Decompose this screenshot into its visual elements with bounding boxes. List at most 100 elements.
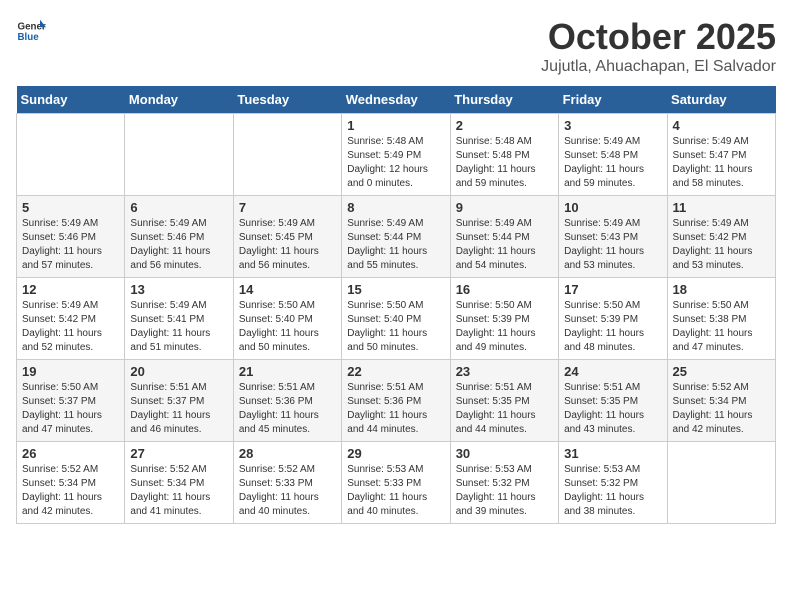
day-info: Sunrise: 5:49 AM Sunset: 5:44 PM Dayligh… <box>347 217 444 273</box>
calendar-cell: 27Sunrise: 5:52 AM Sunset: 5:34 PM Dayli… <box>125 442 233 524</box>
day-info: Sunrise: 5:49 AM Sunset: 5:44 PM Dayligh… <box>456 217 553 273</box>
calendar-cell: 24 Sunrise: 5:51 AM Sunset: 5:35 PM Dayli… <box>559 360 667 442</box>
day-number: 24 <box>564 364 661 379</box>
day-number: 6 <box>130 200 227 215</box>
calendar-cell: 10Sunrise: 5:49 AM Sunset: 5:43 PM Dayli… <box>559 196 667 278</box>
calendar-cell: 15 Sunrise: 5:50 AM Sunset: 5:40 PM Dayli… <box>342 278 450 360</box>
day-info: Sunrise: 5:51 AM Sunset: 5:36 PM Dayligh… <box>347 381 444 437</box>
calendar-cell <box>125 114 233 196</box>
calendar-cell: 13 Sunrise: 5:49 AM Sunset: 5:41 PM Dayli… <box>125 278 233 360</box>
calendar-cell: 21 Sunrise: 5:51 AM Sunset: 5:36 PM Dayli… <box>233 360 341 442</box>
calendar-cell: 31 Sunrise: 5:53 AM Sunset: 5:32 PM Dayli… <box>559 442 667 524</box>
calendar-header-row: SundayMondayTuesdayWednesdayThursdayFrid… <box>17 86 776 114</box>
day-info: Sunrise: 5:50 AM Sunset: 5:39 PM Dayligh… <box>456 299 553 355</box>
day-info: Sunrise: 5:51 AM Sunset: 5:36 PM Dayligh… <box>239 381 336 437</box>
day-info: Sunrise: 5:51 AM Sunset: 5:35 PM Dayligh… <box>456 381 553 437</box>
day-info: Sunrise: 5:52 AM Sunset: 5:34 PM Dayligh… <box>673 381 770 437</box>
day-number: 30 <box>456 446 553 461</box>
day-info: Sunrise: 5:51 AM Sunset: 5:35 PM Dayligh… <box>564 381 661 437</box>
day-info: Sunrise: 5:51 AM Sunset: 5:37 PM Dayligh… <box>130 381 227 437</box>
calendar-cell: 17 Sunrise: 5:50 AM Sunset: 5:39 PM Dayli… <box>559 278 667 360</box>
day-number: 29 <box>347 446 444 461</box>
day-number: 16 <box>456 282 553 297</box>
month-title: October 2025 <box>541 16 776 58</box>
day-number: 4 <box>673 118 770 133</box>
calendar-cell: 23 Sunrise: 5:51 AM Sunset: 5:35 PM Dayli… <box>450 360 558 442</box>
column-header-wednesday: Wednesday <box>342 86 450 114</box>
day-info: Sunrise: 5:53 AM Sunset: 5:32 PM Dayligh… <box>564 463 661 519</box>
calendar-cell: 2 Sunrise: 5:48 AM Sunset: 5:48 PM Daylig… <box>450 114 558 196</box>
day-info: Sunrise: 5:53 AM Sunset: 5:32 PM Dayligh… <box>456 463 553 519</box>
day-info: Sunrise: 5:49 AM Sunset: 5:45 PM Dayligh… <box>239 217 336 273</box>
day-info: Sunrise: 5:50 AM Sunset: 5:40 PM Dayligh… <box>347 299 444 355</box>
day-number: 3 <box>564 118 661 133</box>
day-info: Sunrise: 5:50 AM Sunset: 5:37 PM Dayligh… <box>22 381 119 437</box>
week-row-1: 1Sunrise: 5:48 AM Sunset: 5:49 PM Daylig… <box>17 114 776 196</box>
calendar-cell: 11 Sunrise: 5:49 AM Sunset: 5:42 PM Dayli… <box>667 196 775 278</box>
day-number: 23 <box>456 364 553 379</box>
day-number: 18 <box>673 282 770 297</box>
day-number: 15 <box>347 282 444 297</box>
calendar-cell: 29 Sunrise: 5:53 AM Sunset: 5:33 PM Dayli… <box>342 442 450 524</box>
calendar-cell: 20Sunrise: 5:51 AM Sunset: 5:37 PM Dayli… <box>125 360 233 442</box>
column-header-saturday: Saturday <box>667 86 775 114</box>
calendar-cell: 30 Sunrise: 5:53 AM Sunset: 5:32 PM Dayli… <box>450 442 558 524</box>
calendar-cell: 1Sunrise: 5:48 AM Sunset: 5:49 PM Daylig… <box>342 114 450 196</box>
day-number: 14 <box>239 282 336 297</box>
calendar-cell: 18 Sunrise: 5:50 AM Sunset: 5:38 PM Dayli… <box>667 278 775 360</box>
column-header-tuesday: Tuesday <box>233 86 341 114</box>
day-number: 9 <box>456 200 553 215</box>
day-number: 26 <box>22 446 119 461</box>
calendar-cell: 6 Sunrise: 5:49 AM Sunset: 5:46 PM Daylig… <box>125 196 233 278</box>
day-info: Sunrise: 5:49 AM Sunset: 5:42 PM Dayligh… <box>22 299 119 355</box>
day-number: 10 <box>564 200 661 215</box>
calendar-cell <box>17 114 125 196</box>
day-number: 28 <box>239 446 336 461</box>
calendar-cell: 12 Sunrise: 5:49 AM Sunset: 5:42 PM Dayli… <box>17 278 125 360</box>
week-row-2: 5 Sunrise: 5:49 AM Sunset: 5:46 PM Daylig… <box>17 196 776 278</box>
day-info: Sunrise: 5:50 AM Sunset: 5:38 PM Dayligh… <box>673 299 770 355</box>
day-number: 21 <box>239 364 336 379</box>
logo-icon: General Blue <box>16 16 46 46</box>
day-number: 2 <box>456 118 553 133</box>
svg-text:Blue: Blue <box>18 32 40 43</box>
day-number: 12 <box>22 282 119 297</box>
week-row-5: 26 Sunrise: 5:52 AM Sunset: 5:34 PM Dayli… <box>17 442 776 524</box>
day-number: 19 <box>22 364 119 379</box>
day-info: Sunrise: 5:49 AM Sunset: 5:46 PM Dayligh… <box>22 217 119 273</box>
day-info: Sunrise: 5:49 AM Sunset: 5:46 PM Dayligh… <box>130 217 227 273</box>
day-number: 13 <box>130 282 227 297</box>
calendar-cell: 28Sunrise: 5:52 AM Sunset: 5:33 PM Dayli… <box>233 442 341 524</box>
calendar-cell: 25 Sunrise: 5:52 AM Sunset: 5:34 PM Dayli… <box>667 360 775 442</box>
day-info: Sunrise: 5:49 AM Sunset: 5:47 PM Dayligh… <box>673 135 770 191</box>
column-header-friday: Friday <box>559 86 667 114</box>
day-number: 25 <box>673 364 770 379</box>
column-header-thursday: Thursday <box>450 86 558 114</box>
day-number: 5 <box>22 200 119 215</box>
day-info: Sunrise: 5:49 AM Sunset: 5:48 PM Dayligh… <box>564 135 661 191</box>
day-info: Sunrise: 5:48 AM Sunset: 5:48 PM Dayligh… <box>456 135 553 191</box>
day-info: Sunrise: 5:49 AM Sunset: 5:41 PM Dayligh… <box>130 299 227 355</box>
day-number: 7 <box>239 200 336 215</box>
day-number: 22 <box>347 364 444 379</box>
calendar-table: SundayMondayTuesdayWednesdayThursdayFrid… <box>16 86 776 524</box>
day-number: 17 <box>564 282 661 297</box>
day-info: Sunrise: 5:49 AM Sunset: 5:42 PM Dayligh… <box>673 217 770 273</box>
day-number: 11 <box>673 200 770 215</box>
day-number: 27 <box>130 446 227 461</box>
column-header-monday: Monday <box>125 86 233 114</box>
calendar-cell: 7 Sunrise: 5:49 AM Sunset: 5:45 PM Daylig… <box>233 196 341 278</box>
calendar-cell: 14Sunrise: 5:50 AM Sunset: 5:40 PM Dayli… <box>233 278 341 360</box>
calendar-cell: 26 Sunrise: 5:52 AM Sunset: 5:34 PM Dayli… <box>17 442 125 524</box>
day-info: Sunrise: 5:53 AM Sunset: 5:33 PM Dayligh… <box>347 463 444 519</box>
calendar-cell: 16 Sunrise: 5:50 AM Sunset: 5:39 PM Dayli… <box>450 278 558 360</box>
calendar-cell: 8Sunrise: 5:49 AM Sunset: 5:44 PM Daylig… <box>342 196 450 278</box>
column-header-sunday: Sunday <box>17 86 125 114</box>
calendar-cell: 4 Sunrise: 5:49 AM Sunset: 5:47 PM Daylig… <box>667 114 775 196</box>
calendar-cell: 5 Sunrise: 5:49 AM Sunset: 5:46 PM Daylig… <box>17 196 125 278</box>
day-info: Sunrise: 5:52 AM Sunset: 5:34 PM Dayligh… <box>22 463 119 519</box>
day-number: 31 <box>564 446 661 461</box>
calendar-cell: 9 Sunrise: 5:49 AM Sunset: 5:44 PM Daylig… <box>450 196 558 278</box>
logo: General Blue <box>16 16 46 46</box>
day-info: Sunrise: 5:50 AM Sunset: 5:39 PM Dayligh… <box>564 299 661 355</box>
